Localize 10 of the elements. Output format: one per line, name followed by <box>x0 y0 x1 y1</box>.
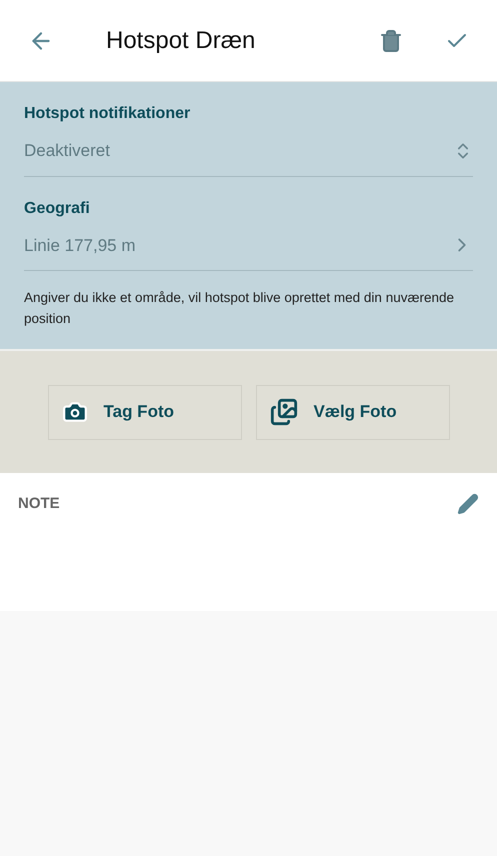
photo-button[interactable]: Vælg Foto <box>256 384 450 440</box>
hint-text: Angiver du ikke et område, vil hotspot blive oprettet med din nuværende position <box>24 289 455 328</box>
delete-button[interactable] <box>379 28 403 52</box>
photo-button[interactable]: Tag Foto <box>48 384 242 440</box>
edit-button[interactable] <box>457 493 479 515</box>
field-label: Hotspot notifikationer <box>24 104 192 124</box>
images-icon <box>270 398 298 426</box>
note-label: NOTE <box>18 494 60 514</box>
screen-title: Hotspot Dræn <box>106 26 256 56</box>
field-label: Geografi <box>24 198 91 218</box>
